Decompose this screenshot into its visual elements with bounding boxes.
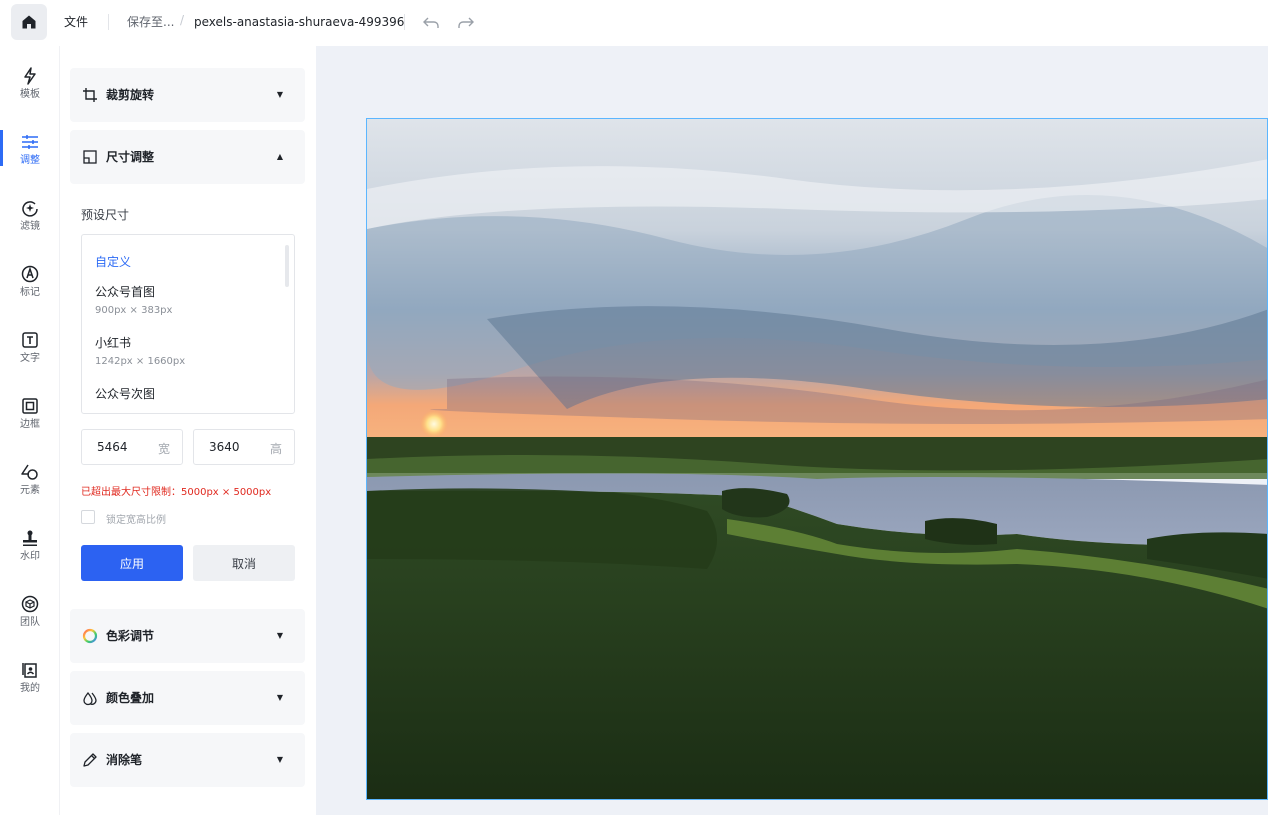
nav-label: 水印 <box>20 551 40 562</box>
sliders-icon <box>20 132 40 152</box>
preset-wechat-secondary[interactable]: 公众号次图 <box>95 385 155 402</box>
color-overlay-section[interactable]: 颜色叠加 ▼ <box>70 671 305 725</box>
width-unit: 宽 <box>157 442 170 456</box>
home-icon <box>22 15 36 29</box>
nav-filters[interactable]: 滤镜 <box>0 198 60 254</box>
nav-team[interactable]: 团队 <box>0 594 60 650</box>
preset-list[interactable]: 自定义 公众号首图 900px × 383px 小红书 1242px × 166… <box>81 234 295 414</box>
height-value: 3640 <box>209 440 240 454</box>
nav-frames[interactable]: 边框 <box>0 396 60 452</box>
resize-section[interactable]: 尺寸调整 ▲ <box>70 130 305 184</box>
drops-icon <box>82 690 98 706</box>
nav-watermark[interactable]: 水印 <box>0 528 60 584</box>
preset-size-label: 预设尺寸 <box>81 208 130 222</box>
adjust-panel: 裁剪旋转 ▼ 尺寸调整 ▲ 预设尺寸 自定义 公众号首图 900px × 383… <box>60 46 316 815</box>
preset-wechat-cover[interactable]: 公众号首图 <box>95 283 155 300</box>
section-title: 颜色叠加 <box>106 691 155 705</box>
lock-ratio-label: 锁定宽高比例 <box>106 515 166 526</box>
nav-label: 元素 <box>20 485 40 496</box>
nav-label: 团队 <box>20 617 40 628</box>
caret-up-icon: ▲ <box>276 152 283 161</box>
nav-label: 调整 <box>20 155 40 166</box>
width-input[interactable]: 5464 宽 <box>81 429 183 465</box>
canvas-area <box>316 46 1268 815</box>
nav-label: 标记 <box>20 287 40 298</box>
landscape-photo <box>367 119 1267 799</box>
scrollbar[interactable] <box>285 245 289 287</box>
cancel-button[interactable]: 取消 <box>193 545 295 581</box>
eraser-section[interactable]: 消除笔 ▼ <box>70 733 305 787</box>
height-unit: 高 <box>269 442 282 456</box>
section-title: 尺寸调整 <box>106 150 155 164</box>
nav-templates[interactable]: 模板 <box>0 66 60 122</box>
file-menu[interactable]: 文件 <box>64 14 88 30</box>
divider <box>404 14 405 30</box>
filter-sparkle-icon <box>20 198 40 218</box>
top-bar: 文件 保存至... / pexels-anastasia-shuraeva-49… <box>0 0 1268 46</box>
nav-mine[interactable]: 我的 <box>0 660 60 716</box>
nav-markup[interactable]: 标记 <box>0 264 60 320</box>
stamp-icon <box>20 528 40 548</box>
size-limit-warning: 已超出最大尺寸限制：5000px × 5000px <box>81 487 272 498</box>
home-button[interactable] <box>11 4 47 40</box>
nav-text[interactable]: 文字 <box>0 330 60 386</box>
crop-rotate-section[interactable]: 裁剪旋转 ▼ <box>70 68 305 122</box>
crop-icon <box>82 87 98 103</box>
lightning-icon <box>20 66 40 86</box>
pen-mark-icon <box>20 264 40 284</box>
preset-xiaohongshu[interactable]: 小红书 <box>95 334 131 351</box>
preset-size: 1242px × 1660px <box>95 356 186 367</box>
width-value: 5464 <box>97 440 128 454</box>
height-input[interactable]: 3640 高 <box>193 429 295 465</box>
text-box-icon <box>20 330 40 350</box>
color-adjust-section[interactable]: 色彩调节 ▼ <box>70 609 305 663</box>
preset-custom[interactable]: 自定义 <box>95 253 131 270</box>
caret-down-icon: ▼ <box>276 693 283 702</box>
caret-down-icon: ▼ <box>276 755 283 764</box>
redo-icon[interactable] <box>456 13 476 33</box>
nav-adjust[interactable]: 调整 <box>0 132 60 188</box>
tool-sidebar: 模板 调整 滤镜 标记 文字 边框 元素 水印 团队 我的 <box>0 46 60 815</box>
frame-icon <box>20 396 40 416</box>
caret-down-icon: ▼ <box>276 90 283 99</box>
nav-label: 滤镜 <box>20 221 40 232</box>
caret-down-icon: ▼ <box>276 631 283 640</box>
nav-label: 模板 <box>20 89 40 100</box>
section-title: 色彩调节 <box>106 629 155 643</box>
undo-icon[interactable] <box>421 13 441 33</box>
save-to-menu[interactable]: 保存至... <box>127 14 174 30</box>
nav-label: 我的 <box>20 683 40 694</box>
profile-card-icon <box>20 660 40 680</box>
color-wheel-icon <box>82 628 98 644</box>
preset-size: 900px × 383px <box>95 305 173 316</box>
file-name[interactable]: pexels-anastasia-shuraeva-499396 <box>194 14 404 30</box>
nav-label: 文字 <box>20 353 40 364</box>
section-title: 消除笔 <box>106 753 143 767</box>
apply-button[interactable]: 应用 <box>81 545 183 581</box>
cube-icon <box>20 594 40 614</box>
nav-elements[interactable]: 元素 <box>0 462 60 518</box>
edited-photo[interactable] <box>366 118 1268 800</box>
nav-label: 边框 <box>20 419 40 430</box>
breadcrumb-separator: / <box>180 13 185 27</box>
eraser-pen-icon <box>82 752 98 768</box>
section-title: 裁剪旋转 <box>106 88 155 102</box>
lock-ratio-checkbox[interactable] <box>81 510 95 524</box>
divider <box>108 14 109 30</box>
resize-icon <box>82 149 98 165</box>
shapes-icon <box>20 462 40 482</box>
